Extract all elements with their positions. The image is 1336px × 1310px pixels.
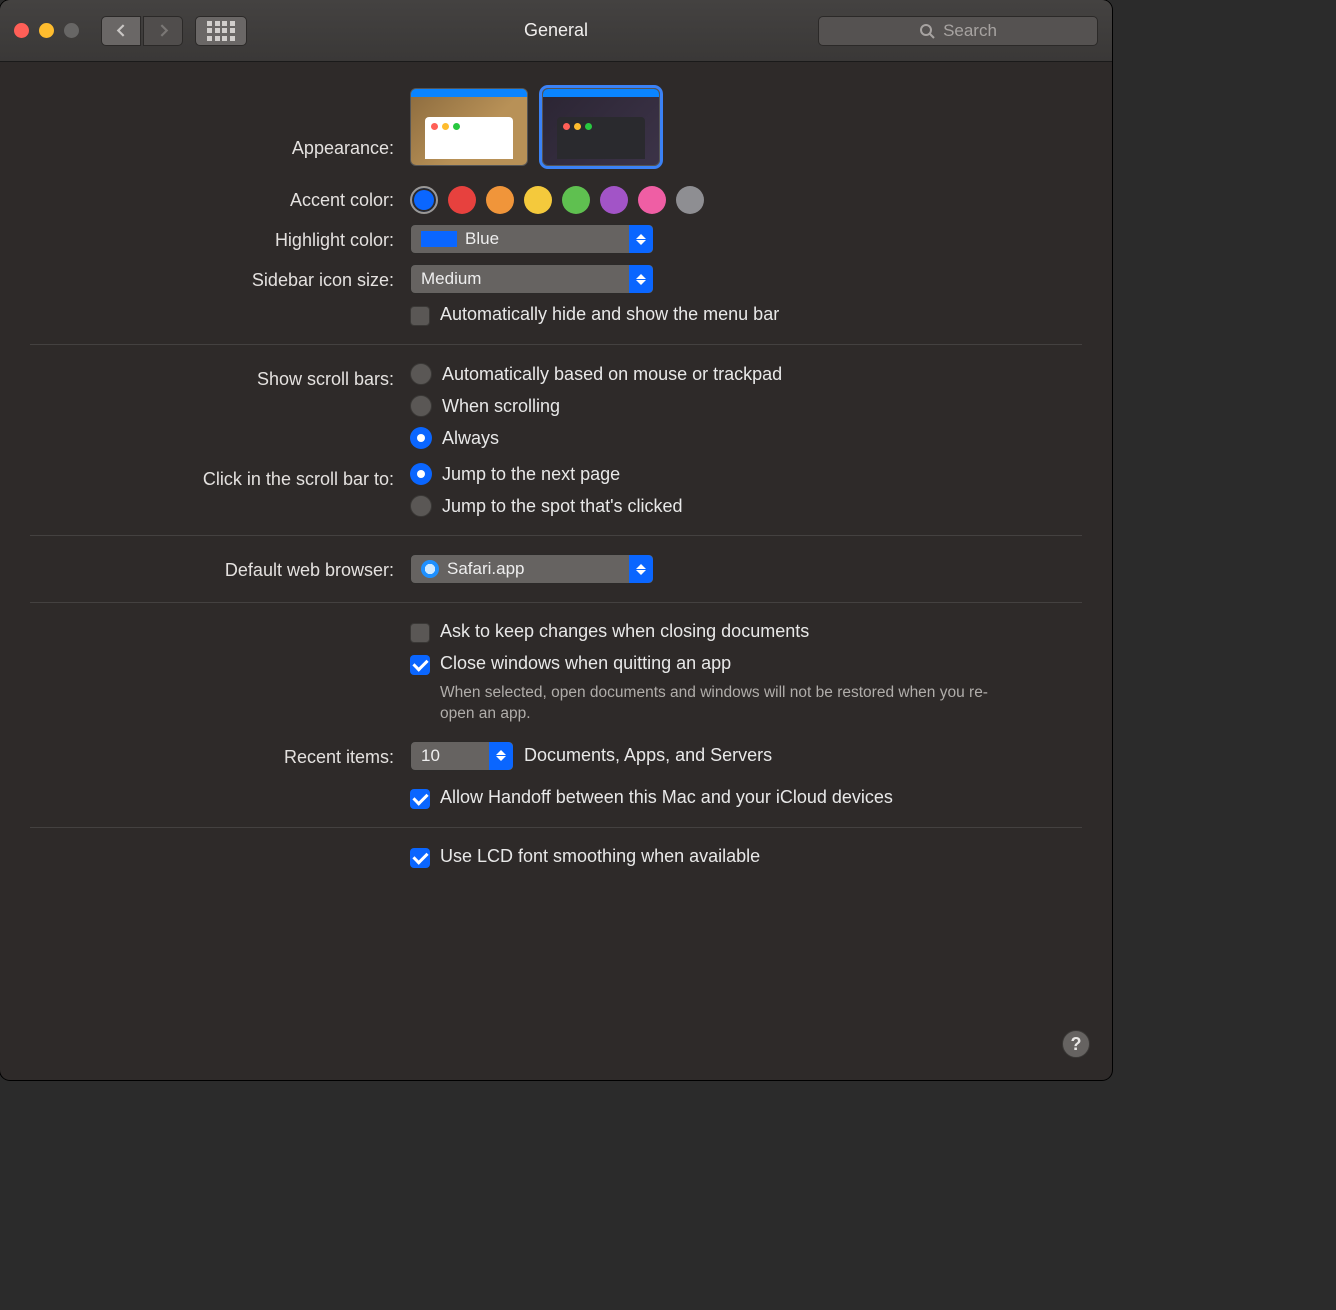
divider	[30, 827, 1082, 828]
chevron-updown-icon	[489, 742, 513, 770]
minimize-button[interactable]	[39, 23, 54, 38]
divider	[30, 344, 1082, 345]
scroll-bars-radio-1[interactable]	[410, 395, 432, 417]
chevron-left-icon	[115, 24, 128, 37]
back-button[interactable]	[101, 16, 141, 46]
click-scroll-radio-0[interactable]	[410, 463, 432, 485]
search-input[interactable]: Search	[818, 16, 1098, 46]
traffic-lights	[14, 23, 79, 38]
recent-items-value: 10	[421, 746, 440, 766]
handoff-label: Allow Handoff between this Mac and your …	[440, 787, 893, 808]
forward-button[interactable]	[143, 16, 183, 46]
chevron-right-icon	[157, 24, 170, 37]
highlight-color-label: Highlight color:	[30, 224, 410, 254]
click-scroll-option-label: Jump to the next page	[442, 464, 620, 485]
accent-color-swatches	[410, 184, 1082, 214]
sidebar-icon-size-select[interactable]: Medium	[410, 264, 654, 294]
recent-items-select[interactable]: 10	[410, 741, 514, 771]
default-browser-label: Default web browser:	[30, 554, 410, 584]
appearance-dark[interactable]	[542, 88, 660, 166]
chevron-updown-icon	[629, 265, 653, 293]
titlebar: General Search	[0, 0, 1112, 62]
accent-swatch-yellow[interactable]	[524, 186, 552, 214]
accent-swatch-graphite[interactable]	[676, 186, 704, 214]
close-button[interactable]	[14, 23, 29, 38]
search-icon	[919, 23, 935, 39]
search-placeholder: Search	[943, 21, 997, 41]
close-windows-description: When selected, open documents and window…	[410, 683, 1010, 725]
autohide-menubar-label: Automatically hide and show the menu bar	[440, 304, 779, 325]
default-browser-value: Safari.app	[447, 559, 525, 579]
highlight-color-select[interactable]: Blue	[410, 224, 654, 254]
sidebar-icon-size-value: Medium	[421, 269, 481, 289]
show-all-button[interactable]	[195, 16, 247, 46]
accent-swatch-red[interactable]	[448, 186, 476, 214]
accent-color-label: Accent color:	[30, 184, 410, 214]
close-windows-label: Close windows when quitting an app	[440, 653, 731, 674]
autohide-menubar-checkbox[interactable]	[410, 306, 430, 326]
show-scroll-bars-label: Show scroll bars:	[30, 363, 410, 449]
default-browser-select[interactable]: Safari.app	[410, 554, 654, 584]
chevron-updown-icon	[629, 225, 653, 253]
ask-keep-changes-label: Ask to keep changes when closing documen…	[440, 621, 809, 642]
help-button[interactable]: ?	[1062, 1030, 1090, 1058]
zoom-button[interactable]	[64, 23, 79, 38]
chevron-updown-icon	[629, 555, 653, 583]
click-scroll-radio-1[interactable]	[410, 495, 432, 517]
nav-group	[101, 16, 183, 46]
grid-icon	[207, 21, 235, 41]
scroll-bars-radio-2[interactable]	[410, 427, 432, 449]
ask-keep-changes-checkbox[interactable]	[410, 623, 430, 643]
click-scroll-group: Jump to the next page Jump to the spot th…	[410, 463, 1082, 517]
content: Appearance: Accent color: Highl	[0, 62, 1112, 904]
safari-icon	[421, 560, 439, 578]
lcd-smoothing-checkbox[interactable]	[410, 848, 430, 868]
scroll-bars-option-label: When scrolling	[442, 396, 560, 417]
appearance-light[interactable]	[410, 88, 528, 166]
scroll-bars-group: Automatically based on mouse or trackpad…	[410, 363, 1082, 449]
highlight-color-value: Blue	[465, 229, 499, 249]
scroll-bars-radio-0[interactable]	[410, 363, 432, 385]
click-scroll-bar-label: Click in the scroll bar to:	[30, 463, 410, 517]
click-scroll-option-label: Jump to the spot that's clicked	[442, 496, 683, 517]
lcd-smoothing-label: Use LCD font smoothing when available	[440, 846, 760, 867]
sidebar-icon-size-label: Sidebar icon size:	[30, 264, 410, 294]
recent-items-label: Recent items:	[30, 741, 410, 771]
appearance-label: Appearance:	[30, 88, 410, 166]
color-chip	[421, 231, 457, 247]
divider	[30, 535, 1082, 536]
scroll-bars-option-label: Automatically based on mouse or trackpad	[442, 364, 782, 385]
recent-items-suffix: Documents, Apps, and Servers	[524, 745, 772, 766]
accent-swatch-orange[interactable]	[486, 186, 514, 214]
accent-swatch-blue[interactable]	[410, 186, 438, 214]
divider	[30, 602, 1082, 603]
handoff-checkbox[interactable]	[410, 789, 430, 809]
preferences-window: General Search Appearance:	[0, 0, 1112, 1080]
accent-swatch-pink[interactable]	[638, 186, 666, 214]
accent-swatch-purple[interactable]	[600, 186, 628, 214]
accent-swatch-green[interactable]	[562, 186, 590, 214]
close-windows-checkbox[interactable]	[410, 655, 430, 675]
scroll-bars-option-label: Always	[442, 428, 499, 449]
